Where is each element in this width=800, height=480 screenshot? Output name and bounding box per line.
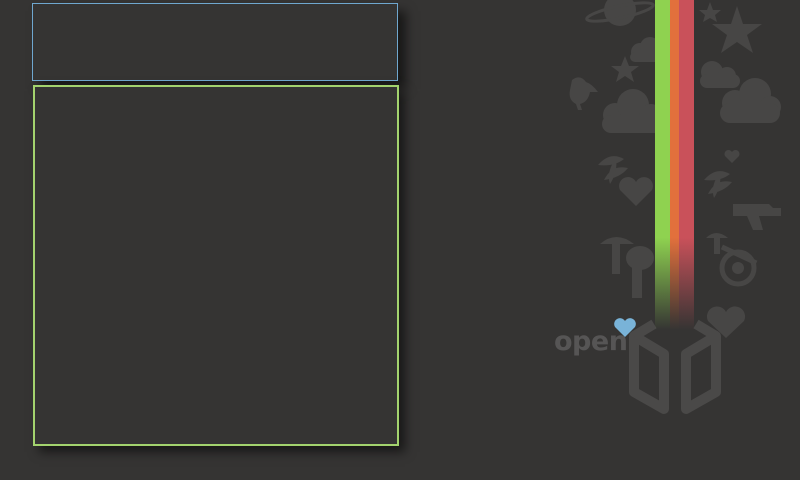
planet-icon [585,0,655,26]
wallpaper-art [569,0,781,414]
heart-icon [619,177,653,206]
mushroom-icon [706,233,758,287]
desktop-screen: open [0,0,800,480]
stripe-green [655,0,670,330]
box-logo-icon [629,319,721,414]
brand-wordmark: open [554,326,628,357]
star-icon [712,6,762,53]
mushroom-icon [600,237,654,298]
stripe-orange [670,0,679,330]
bird-icon [569,77,598,110]
main-panel-frame[interactable] [33,85,399,446]
heart-icon [724,149,740,163]
leaf-icon [704,171,732,198]
cloud-icon [602,89,664,133]
top-panel-frame[interactable] [32,3,398,81]
stripe-red [679,0,694,330]
cloud-icon [700,61,740,88]
star-icon [699,2,721,22]
gun-icon [733,204,781,230]
